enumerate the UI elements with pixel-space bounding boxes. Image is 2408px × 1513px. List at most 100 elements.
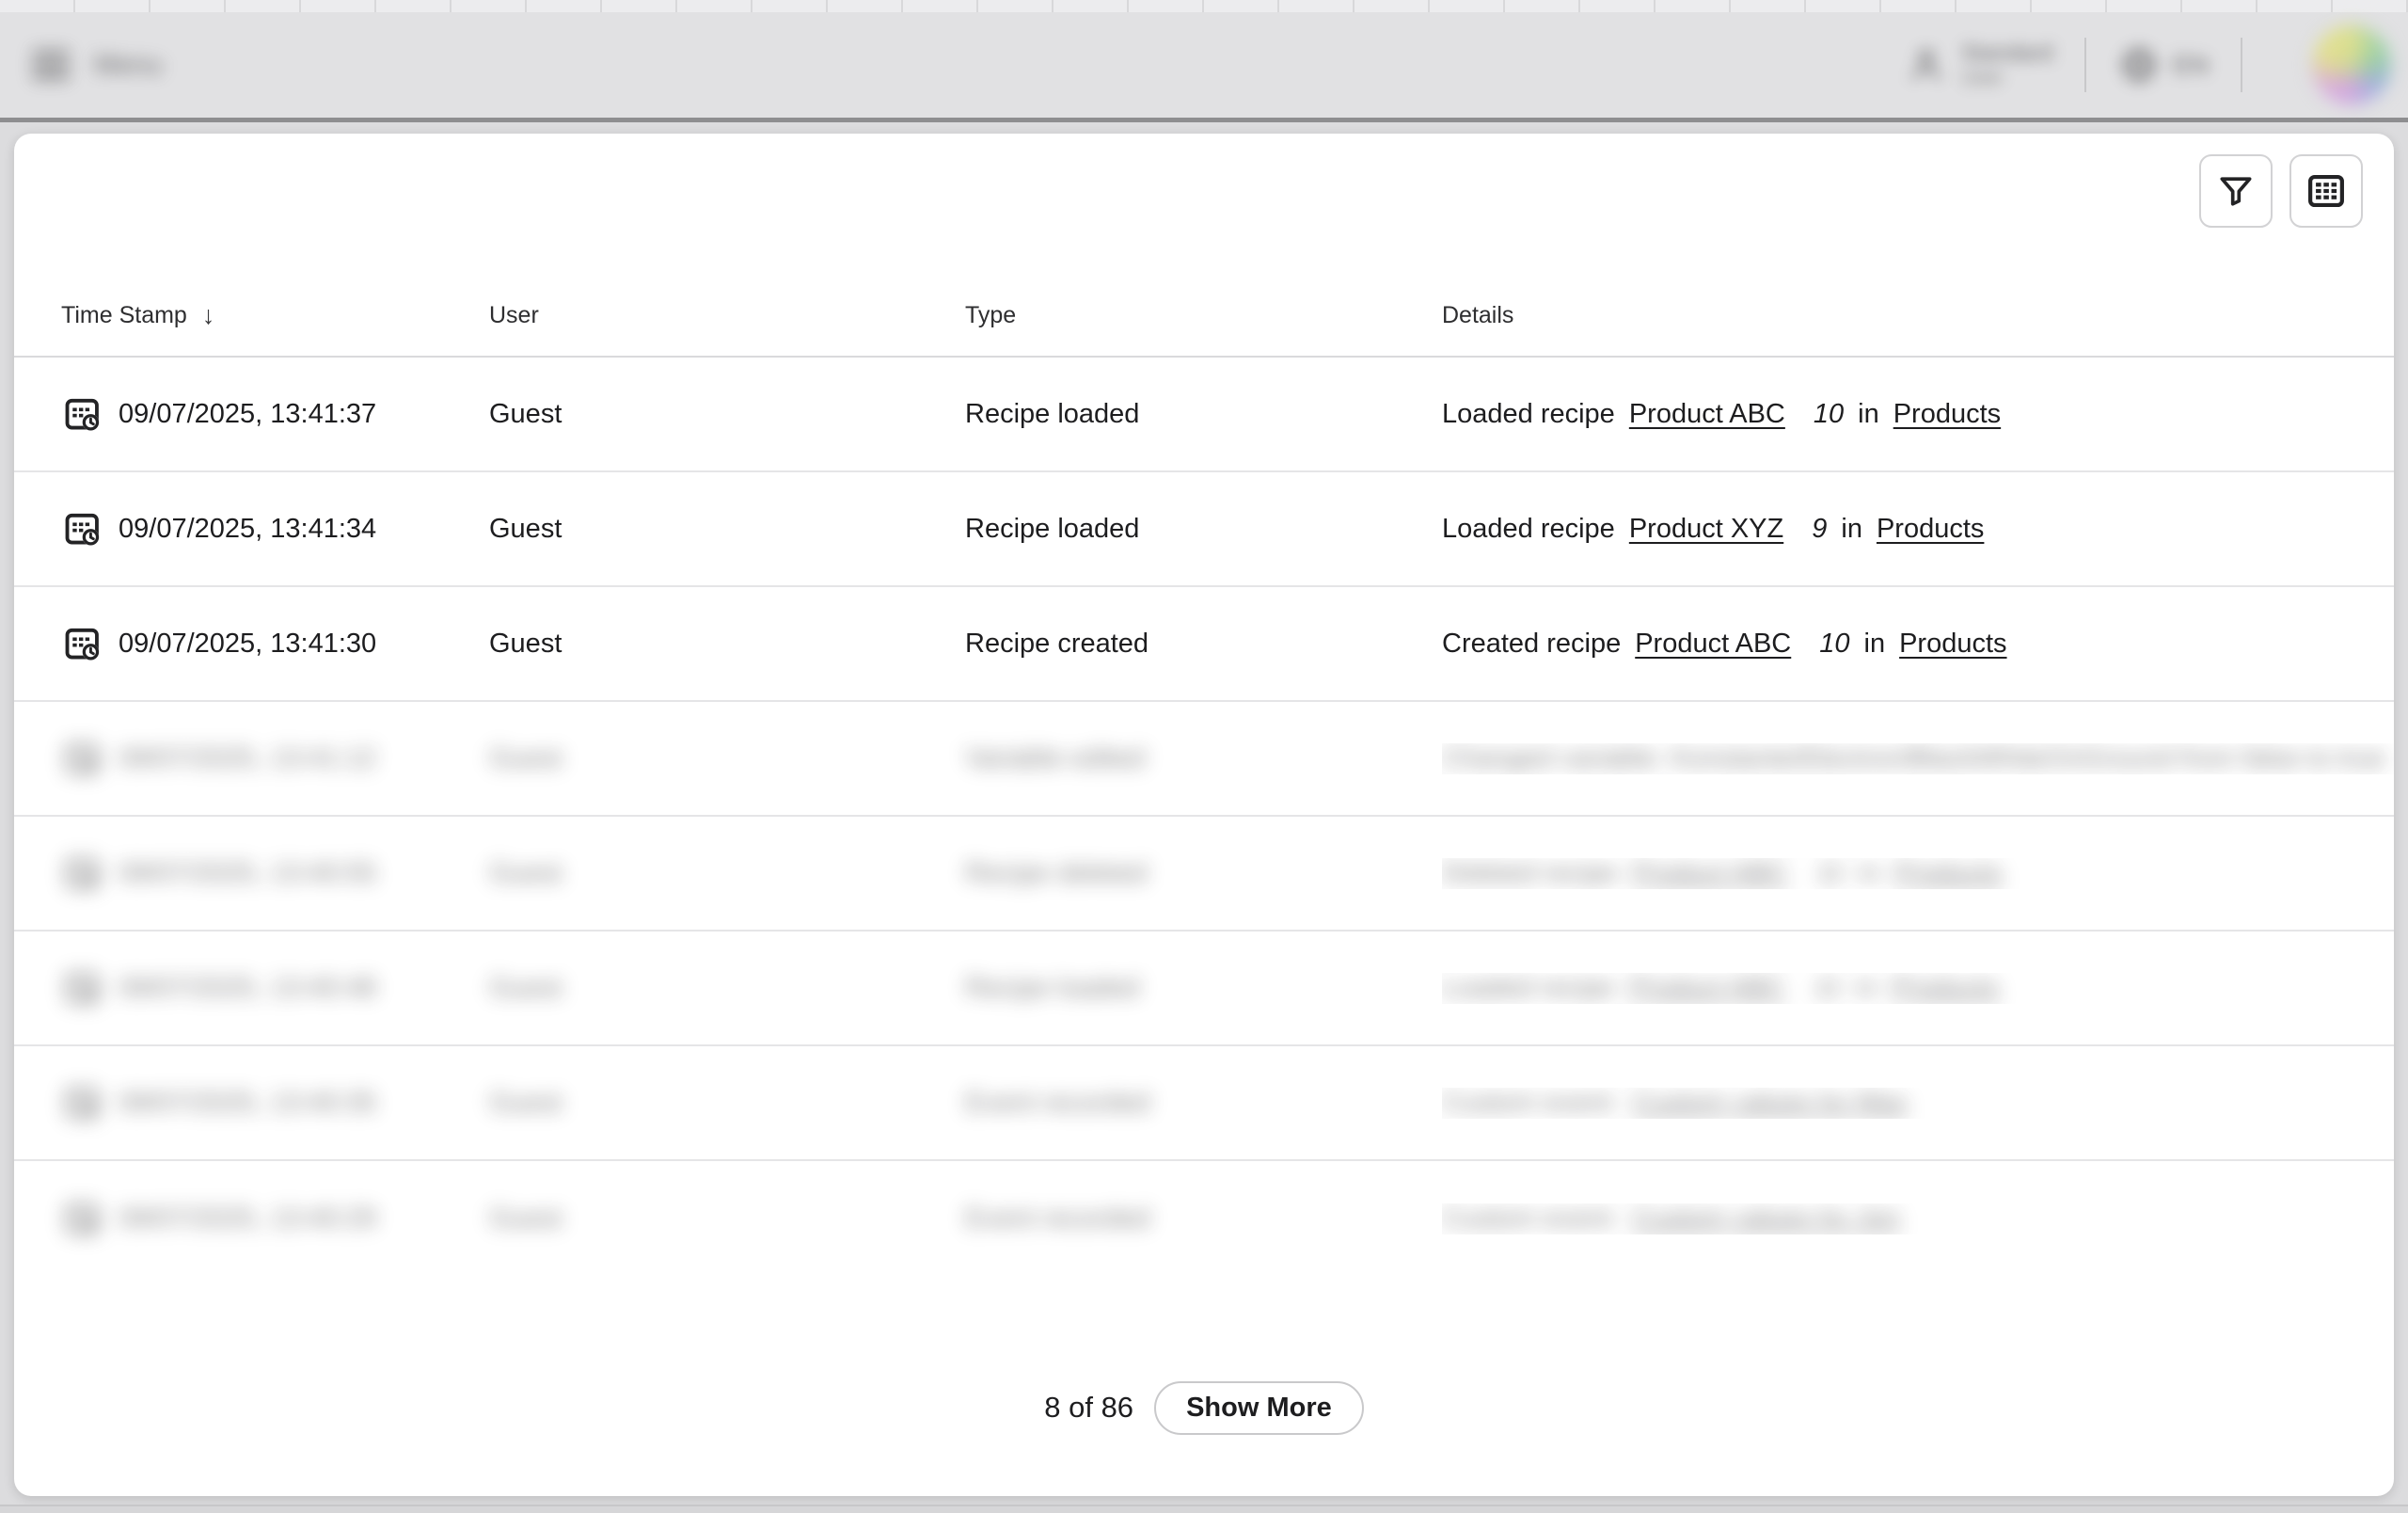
calendar-clock-icon (61, 1081, 104, 1124)
cell-user: Guest (489, 629, 965, 660)
timestamp-text: 09/07/2025, 13:41:30 (119, 629, 376, 660)
calendar-clock-icon (61, 622, 104, 665)
topbar: Menu Standard User EN (0, 0, 2408, 122)
cell-timestamp: 09/07/2025, 13:40:55 (14, 852, 489, 895)
details-text: Custom event: (1442, 1088, 1618, 1119)
globe-icon (2118, 44, 2160, 86)
timestamp-text: 09/07/2025, 13:40:35 (119, 1088, 376, 1119)
details-link[interactable]: Products (1877, 514, 1984, 545)
cell-type: Recipe loaded (965, 399, 1442, 430)
details-link[interactable]: Product ABC (1629, 973, 1785, 1004)
details-text: Loaded recipe (1442, 399, 1615, 430)
cell-timestamp: 09/07/2025, 13:40:35 (14, 1081, 489, 1124)
table-body: 09/07/2025, 13:41:37 Guest Recipe loaded… (14, 358, 2394, 1276)
details-link[interactable]: Products (1894, 858, 2002, 889)
funnel-icon (2215, 170, 2257, 212)
details-content: Created recipe Product ABC 10 in Product… (1442, 629, 2007, 660)
details-content: Loaded recipe Product ABC 10 in Products (1442, 399, 2001, 430)
table-row[interactable]: 09/07/2025, 13:41:34 Guest Recipe loaded… (14, 472, 2394, 587)
details-link[interactable]: Custom values by Jon (1632, 1203, 1900, 1234)
details-text: Deleted recipe (1442, 858, 1618, 889)
timestamp-text: 09/07/2025, 13:40:55 (119, 858, 376, 889)
cell-type: Recipe loaded (965, 973, 1442, 1004)
details-text: Loaded recipe (1442, 514, 1615, 545)
details-link[interactable]: Product XYZ (1629, 514, 1783, 545)
details-link[interactable]: Products (1892, 973, 1999, 1004)
user-role: User (1961, 67, 2052, 89)
table-row[interactable]: 09/07/2025, 13:41:37 Guest Recipe loaded… (14, 358, 2394, 472)
cell-user: Guest (489, 743, 965, 774)
language-code: EN (2173, 51, 2209, 80)
cell-type: Recipe deleted (965, 858, 1442, 889)
bottom-edge-strip (0, 1505, 2408, 1513)
table-grid-icon (2305, 169, 2348, 213)
cell-details: Custom event: Custom values by Max (1442, 1088, 2394, 1119)
details-content: Loaded recipe Product ABC 11 in Products (1442, 973, 1999, 1004)
cell-details: Loaded recipe Product XYZ 9 in Products (1442, 514, 2394, 545)
column-header-details[interactable]: Details (1442, 302, 2394, 329)
menu-button-label[interactable]: Menu (94, 50, 163, 81)
user-info[interactable]: Standard User (1961, 40, 2052, 89)
details-text: Changed variable: Konstante/Electron/Bla… (1442, 743, 2385, 774)
avatar[interactable] (2312, 25, 2391, 104)
topbar-divider (2241, 38, 2242, 92)
details-text: Loaded recipe (1442, 973, 1615, 1004)
topbar-divider (2084, 38, 2086, 92)
details-link[interactable]: Product ABC (1629, 399, 1785, 430)
details-link[interactable]: Products (1899, 629, 2006, 660)
cell-timestamp: 09/07/2025, 13:41:34 (14, 507, 489, 550)
cell-type: Recipe loaded (965, 514, 1442, 545)
cell-timestamp: 09/07/2025, 13:40:48 (14, 966, 489, 1010)
calendar-clock-icon (61, 507, 104, 550)
cell-user: Guest (489, 973, 965, 1004)
table-row[interactable]: 09/07/2025, 13:40:48 Guest Recipe loaded… (14, 932, 2394, 1046)
table-row[interactable]: 09/07/2025, 13:40:29 Guest Event recorde… (14, 1161, 2394, 1276)
table-header-row: Time Stamp ↓ User Type Details (14, 275, 2394, 358)
cell-timestamp: 09/07/2025, 13:41:12 (14, 737, 489, 780)
details-link[interactable]: Product ABC (1632, 858, 1788, 889)
timestamp-text: 09/07/2025, 13:40:48 (119, 973, 376, 1004)
details-text: in (1864, 629, 1886, 660)
row-count-label: 8 of 86 (1044, 1391, 1133, 1425)
timestamp-text: 09/07/2025, 13:40:29 (119, 1203, 376, 1234)
calendar-clock-icon (61, 966, 104, 1010)
details-text: 9 (1812, 514, 1827, 545)
audit-log-table: Time Stamp ↓ User Type Details (14, 275, 2394, 1276)
cell-timestamp: 09/07/2025, 13:41:37 (14, 392, 489, 436)
details-link[interactable]: Products (1893, 399, 2001, 430)
hamburger-menu-icon[interactable] (32, 51, 70, 79)
details-text: in (1858, 399, 1879, 430)
details-link[interactable]: Product ABC (1635, 629, 1791, 660)
table-row[interactable]: 09/07/2025, 13:41:30 Guest Recipe create… (14, 587, 2394, 702)
timestamp-text: 09/07/2025, 13:41:12 (119, 743, 376, 774)
table-row[interactable]: 09/07/2025, 13:41:12 Guest Variable edit… (14, 702, 2394, 817)
details-content: Custom event: Custom values by Max (1442, 1088, 1908, 1119)
sort-desc-icon[interactable]: ↓ (202, 301, 215, 330)
details-text: 11 (1816, 858, 1845, 889)
columns-button[interactable] (2289, 154, 2363, 228)
cell-details: Created recipe Product ABC 10 in Product… (1442, 629, 2394, 660)
calendar-clock-icon (61, 392, 104, 436)
cell-details: Loaded recipe Product ABC 10 in Products (1442, 399, 2394, 430)
audit-log-card: Time Stamp ↓ User Type Details (14, 134, 2394, 1496)
details-text: Custom event: (1442, 1203, 1618, 1234)
cell-type: Event recorded (965, 1203, 1442, 1234)
language-selector[interactable]: EN (2118, 44, 2209, 86)
cell-type: Recipe created (965, 629, 1442, 660)
filter-button[interactable] (2199, 154, 2273, 228)
cell-details: Changed variable: Konstante/Electron/Bla… (1442, 743, 2394, 774)
show-more-button[interactable]: Show More (1154, 1381, 1364, 1435)
details-content: Loaded recipe Product XYZ 9 in Products (1442, 514, 1984, 545)
column-header-timestamp-label: Time Stamp (61, 302, 187, 329)
column-header-timestamp[interactable]: Time Stamp ↓ (14, 301, 489, 330)
details-content: Custom event: Custom values by Jon (1442, 1203, 1900, 1234)
column-header-type[interactable]: Type (965, 302, 1442, 329)
details-text: Created recipe (1442, 629, 1621, 660)
column-header-user[interactable]: User (489, 302, 965, 329)
details-link[interactable]: Custom values by Max (1632, 1088, 1908, 1119)
cell-user: Guest (489, 399, 965, 430)
table-row[interactable]: 09/07/2025, 13:40:55 Guest Recipe delete… (14, 817, 2394, 932)
cell-type: Event recorded (965, 1088, 1442, 1119)
table-row[interactable]: 09/07/2025, 13:40:35 Guest Event recorde… (14, 1046, 2394, 1161)
user-name: Standard (1961, 40, 2052, 67)
